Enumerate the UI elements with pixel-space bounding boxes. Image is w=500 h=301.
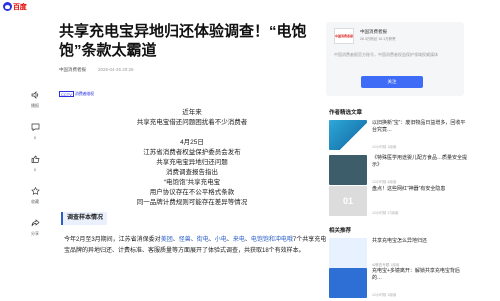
- news-thumbnail: [329, 155, 367, 185]
- news-thumbnail: [329, 120, 367, 150]
- news-meta: 12小时前 4阅读: [372, 180, 397, 184]
- news-title: 充电宝+多镜离开：解锁共享充电宝背后的…: [372, 268, 460, 281]
- news-meta: 12小时前 17阅读: [372, 211, 399, 215]
- news-title: 盘点！这些网红“神器”有安全隐患: [372, 186, 446, 192]
- logo-text: 百度: [13, 3, 27, 11]
- like-icon: [30, 154, 40, 164]
- top-bar: 百度: [0, 0, 500, 14]
- share-label: 分享: [31, 231, 39, 236]
- like-count: 0: [33, 167, 37, 172]
- cctv-badge: CCTV: [59, 91, 74, 97]
- listen-button[interactable]: 播报: [28, 90, 42, 116]
- paw-icon: [3, 2, 12, 11]
- baidu-logo[interactable]: 百度: [3, 2, 27, 11]
- article-meta: 中国消费者报 2025-04-25 20:26: [59, 67, 134, 73]
- news-meta: 12小时前 1阅读: [372, 145, 397, 149]
- article-line: 同一品牌计费规则可能存在差异等情况: [136, 199, 248, 206]
- article-paragraph: 今年2月至3月期间，江苏省消保委对美团、怪兽、街电、小电、来电、电饱饱和冲电哦7…: [64, 235, 330, 256]
- section-heading: 调查样本情况: [61, 212, 108, 225]
- related-title: 相关推荐: [329, 228, 352, 234]
- brand-link[interactable]: 街电: [197, 237, 209, 243]
- favorite-label: 收藏: [31, 199, 39, 204]
- badge-label: 消费者维权: [74, 91, 94, 96]
- brand-link[interactable]: 美团: [161, 237, 173, 243]
- article-line: 消费调查报告指出: [166, 169, 218, 176]
- article-line: 江苏省消费者权益保护委员会发布: [143, 149, 241, 156]
- article-source[interactable]: 中国消费者报: [59, 67, 86, 73]
- news-item[interactable]: 共享充电宝怎么异地归还 AI聊查专题 1阅读: [329, 238, 469, 268]
- para-text: 今年2月至3月期间，江苏省消保委对: [64, 237, 161, 243]
- article-line: [92, 128, 292, 138]
- article-line: 4月25日: [180, 139, 204, 146]
- listen-label: 播报: [31, 103, 39, 108]
- news-thumbnail: [329, 238, 367, 268]
- news-thumbnail: [329, 268, 367, 298]
- news-item[interactable]: 01 盘点！这些网红“神器”有安全隐患 12小时前 17阅读: [329, 186, 469, 216]
- news-item[interactable]: 充电宝+多镜离开：解锁共享充电宝背后的… 12小时前 1阅读: [329, 268, 469, 298]
- article-lines: 近年来 共享充电宝借还问题困扰着不少消费者 4月25日 江苏省消费者权益保护委员…: [92, 108, 292, 208]
- author-name[interactable]: 中国消费者报: [360, 29, 387, 35]
- author-desc: 中国消费者报官方账号，中国消费者权益保护领域权威媒体: [334, 52, 438, 57]
- news-title: 以旧换新“宝”：废旧物品日益增多，回收平台究竟…: [372, 120, 466, 133]
- speaker-icon: [30, 90, 40, 100]
- article-title: 共享充电宝异地归还体验调查！“电饱饱”条款太霸道: [59, 23, 307, 59]
- news-title: 共享充电宝怎么异地归还: [372, 238, 428, 244]
- favorite-button[interactable]: 收藏: [28, 186, 42, 212]
- recommend-title: 作者精选文章: [329, 110, 363, 116]
- author-stats: 26.3万粉丝 10.1万获赞: [360, 37, 396, 41]
- article-line: 共享充电宝异地归还问题: [156, 159, 228, 166]
- brand-link[interactable]: 小电: [215, 237, 227, 243]
- avatar-text: 中国消费者报: [335, 34, 354, 38]
- news-item[interactable]: 以旧换新“宝”：废旧物品日益增多，回收平台究竟… 12小时前 1阅读: [329, 120, 469, 150]
- article-line: 共享充电宝借还问题困扰着不少消费者: [136, 119, 248, 126]
- follow-button[interactable]: 关注: [361, 76, 423, 88]
- comment-count: 0: [33, 135, 37, 140]
- avatar[interactable]: 中国消费者报: [334, 28, 354, 44]
- article-line: 用户协议存在不公平格式条款: [149, 189, 235, 196]
- brand-link[interactable]: 电饱饱和: [251, 237, 275, 243]
- share-icon: [30, 218, 40, 228]
- news-thumbnail: 01: [329, 186, 367, 216]
- brand-link[interactable]: 冲电哦: [275, 237, 293, 243]
- share-button[interactable]: 分享: [28, 218, 42, 244]
- news-item[interactable]: 《特殊医学用途婴儿配方食品…质量安全提示》 12小时前 4阅读: [329, 155, 469, 185]
- article-date: 2025-04-25 20:26: [98, 67, 134, 72]
- comment-button[interactable]: 0: [28, 122, 42, 148]
- like-button[interactable]: 0: [28, 154, 42, 180]
- comment-icon: [30, 122, 40, 132]
- side-actions: 播报 0 0 收藏 分享: [28, 90, 42, 250]
- source-badge: CCTV 消费者维权: [59, 91, 94, 97]
- brand-link[interactable]: 来电: [233, 237, 245, 243]
- news-title: 《特殊医学用途婴儿配方食品…质量安全提示》: [372, 155, 468, 168]
- article-line: “电饱饱”共享充电宝: [163, 179, 221, 186]
- news-meta: 12小时前 1阅读: [372, 293, 397, 297]
- brand-link[interactable]: 怪兽: [179, 237, 191, 243]
- article-line: 近年来: [182, 109, 202, 116]
- star-icon: [30, 186, 40, 196]
